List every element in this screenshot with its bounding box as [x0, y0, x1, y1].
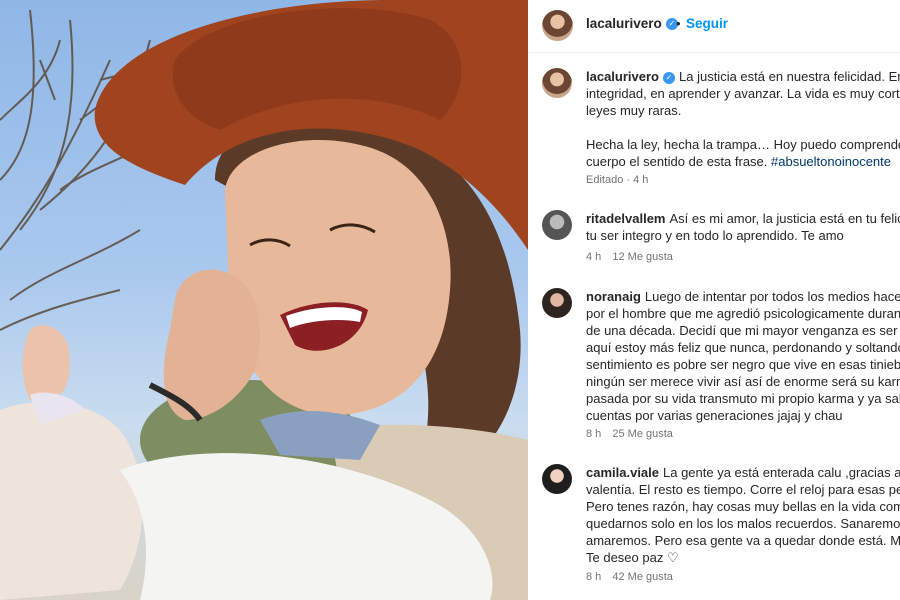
comment-time: 4 h	[586, 251, 602, 263]
baby-head	[0, 401, 143, 600]
avatar[interactable]	[542, 464, 572, 494]
baby-hand	[22, 325, 70, 400]
comment-username[interactable]: noranaig	[586, 289, 641, 304]
photo-illustration	[0, 0, 528, 600]
comment-likes[interactable]: 42 Me gusta	[612, 571, 673, 583]
separator-dot: •	[676, 16, 681, 31]
post-sidebar: lacalurivero ✓ • Seguir lacalurivero ✓ La j…	[528, 0, 900, 600]
post-photo[interactable]	[0, 0, 528, 600]
avatar[interactable]	[542, 10, 573, 41]
caption-username[interactable]: lacalurivero	[586, 69, 659, 84]
comment-username[interactable]: camila.viale	[586, 465, 659, 480]
comment-time: 8 h	[586, 571, 602, 583]
comment-username[interactable]: ritadelvallem	[586, 211, 666, 226]
comment-likes[interactable]: 12 Me gusta	[612, 251, 673, 263]
post-header: lacalurivero ✓ • Seguir	[528, 0, 900, 53]
avatar[interactable]	[542, 210, 572, 240]
comment-text: noranaig Luego de intentar por todos los …	[586, 289, 900, 423]
avatar[interactable]	[542, 288, 572, 318]
caption-text: lacalurivero ✓ La justicia está en nuestra…	[586, 69, 900, 169]
follow-button[interactable]: Seguir	[686, 16, 728, 31]
comment-meta: 4 h 12 Me gusta	[586, 251, 681, 263]
comment-meta: 8 h 25 Me gusta	[586, 428, 681, 440]
comment-text: ritadelvallem Así es mi amor, la justicia…	[586, 211, 900, 243]
face	[225, 140, 451, 416]
comment-text: camila.viale La gente ya está enterada ca…	[586, 465, 900, 565]
verified-badge-icon: ✓	[663, 71, 675, 84]
comment-time: 8 h	[586, 428, 602, 440]
caption-meta: Editado · 4 h	[586, 174, 649, 186]
header-username[interactable]: lacalurivero ✓	[586, 16, 678, 31]
comment-likes[interactable]: 25 Me gusta	[612, 428, 673, 440]
hashtag-link[interactable]: #absueltonoinocente	[771, 154, 891, 169]
caption-avatar[interactable]	[542, 68, 572, 98]
comment-meta: 8 h 42 Me gusta	[586, 571, 681, 583]
